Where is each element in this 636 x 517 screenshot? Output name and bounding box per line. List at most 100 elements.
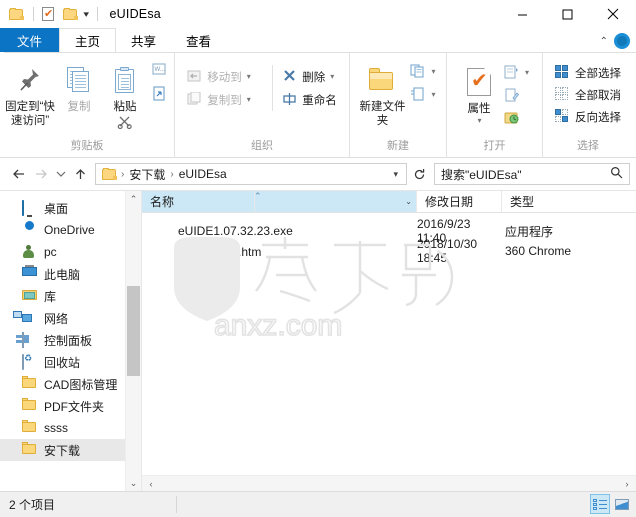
file-list-horizontal-scrollbar[interactable]: ‹ › <box>142 475 636 491</box>
table-row[interactable]: eUIDE1.07.32.23.exe 2016/9/23 11:40 应用程序 <box>142 217 636 245</box>
minimize-button[interactable] <box>500 0 545 28</box>
paste-shortcut-icon <box>151 85 167 102</box>
breadcrumb-item-0[interactable]: 安下载 <box>125 166 169 183</box>
item-count-label: 2 个项目 <box>9 498 56 512</box>
chevron-down-icon[interactable]: ▾ <box>389 169 402 180</box>
svg-text:anxz.com: anxz.com <box>214 309 342 341</box>
chrome-360-icon <box>156 243 172 259</box>
select-all-button[interactable]: 全部选择 <box>552 63 624 82</box>
sidebar-item-network[interactable]: 网络 <box>0 307 141 329</box>
sidebar-item-cad[interactable]: CAD图标管理 <box>0 373 141 395</box>
move-to-button[interactable]: 移动到 ▾ <box>184 67 270 86</box>
open-button[interactable]: ▾ <box>501 63 532 82</box>
file-name-cell[interactable]: eUIDE1.07.32.23.exe <box>142 223 417 239</box>
new-item-button[interactable]: ▾ <box>407 62 438 81</box>
copy-to-icon <box>187 91 203 108</box>
new-item-icon <box>410 63 426 80</box>
tab-file[interactable]: 文件 <box>0 28 60 52</box>
easy-access-button[interactable]: ▾ <box>407 85 438 104</box>
breadcrumb[interactable]: › 安下载 › eUIDEsa ▾ <box>95 163 407 185</box>
file-explorer-window: ▾ eUIDEsa 文件 主页 共享 查看 ⌃ <box>0 0 636 517</box>
rename-button[interactable]: 重命名 <box>279 90 340 109</box>
scissors-icon[interactable] <box>117 115 133 132</box>
select-none-button[interactable]: 全部取消 <box>552 85 624 104</box>
sidebar-item-anxiazai[interactable]: 安下载 <box>0 439 141 461</box>
chevron-down-icon[interactable]: ▾ <box>525 68 529 77</box>
easy-access-icon <box>410 86 426 103</box>
edit-button[interactable] <box>501 86 532 105</box>
refresh-button[interactable] <box>407 163 431 185</box>
folder-icon[interactable] <box>63 6 79 22</box>
delete-button[interactable]: 删除 ▾ <box>279 67 340 86</box>
chevron-down-icon[interactable]: ⌄ <box>126 475 141 491</box>
history-button[interactable] <box>501 109 532 128</box>
sidebar-item-this-pc[interactable]: 此电脑 <box>0 263 141 285</box>
sidebar-item-onedrive[interactable]: OneDrive <box>0 219 141 241</box>
sidebar-item-pc-user[interactable]: pc <box>0 241 141 263</box>
chevron-up-icon[interactable]: ⌃ <box>126 191 141 207</box>
scrollbar-track[interactable] <box>158 477 620 491</box>
help-circle-icon[interactable] <box>614 33 630 49</box>
up-button[interactable] <box>69 163 91 185</box>
sidebar-item-control-panel[interactable]: 控制面板 <box>0 329 141 351</box>
forward-button[interactable] <box>30 163 52 185</box>
chevron-down-icon[interactable]: ▾ <box>330 72 334 81</box>
large-icons-view-button[interactable] <box>612 494 632 514</box>
pin-to-quick-access-button[interactable]: 固定到“快速访问” <box>4 59 56 128</box>
chevron-down-icon[interactable]: ▾ <box>431 90 435 99</box>
folder-icon[interactable] <box>9 6 25 22</box>
column-header-name-filler[interactable]: ⌄ <box>255 191 417 212</box>
copy-to-label: 复制到 <box>207 94 242 107</box>
table-row[interactable]: 安下载帮助.htm 2018/10/30 18:45 360 Chrome <box>142 237 636 265</box>
chevron-down-icon[interactable]: ▾ <box>247 72 251 81</box>
column-header-type[interactable]: 类型 <box>502 191 636 212</box>
search-input[interactable]: 搜索"eUIDEsa" <box>434 163 630 185</box>
copy-path-button[interactable]: W... <box>148 61 170 80</box>
onedrive-cloud-icon <box>22 223 38 237</box>
sidebar-item-libraries[interactable]: 库 <box>0 285 141 307</box>
navigation-scrollbar[interactable]: ⌃ ⌄ <box>125 191 141 491</box>
search-icon[interactable] <box>610 166 623 182</box>
chevron-down-icon[interactable]: ▾ <box>83 9 89 19</box>
ribbon-group-label-organize: 组织 <box>251 140 273 152</box>
scrollbar-thumb[interactable] <box>127 286 140 376</box>
close-button[interactable] <box>590 0 636 28</box>
sidebar-item-label: 回收站 <box>44 355 81 370</box>
recent-locations-button[interactable] <box>52 163 69 185</box>
tab-view[interactable]: 查看 <box>171 28 226 52</box>
tab-home[interactable]: 主页 <box>59 28 117 52</box>
copy-to-button[interactable]: 复制到 ▾ <box>184 90 270 109</box>
tab-share[interactable]: 共享 <box>116 28 171 52</box>
file-name-cell[interactable]: 安下载帮助.htm <box>142 243 417 260</box>
chevron-down-icon[interactable]: ⌄ <box>405 197 412 206</box>
chevron-left-icon[interactable]: ‹ <box>144 479 158 489</box>
properties-button[interactable]: ✔ 属性 ▾ <box>457 61 501 125</box>
column-header-date[interactable]: 修改日期 <box>417 191 502 212</box>
paste-label: 粘贴 <box>113 101 137 113</box>
chevron-right-icon[interactable]: › <box>620 479 634 489</box>
invert-selection-button[interactable]: 反向选择 <box>552 107 624 126</box>
breadcrumb-item-1[interactable]: eUIDEsa <box>175 167 231 181</box>
new-folder-button[interactable]: 新建文件夹 <box>357 59 407 128</box>
invert-selection-icon <box>555 108 571 125</box>
chevron-down-icon[interactable]: ▾ <box>247 95 251 104</box>
properties-icon[interactable] <box>42 6 58 22</box>
copy-button[interactable]: 复制 <box>56 59 102 114</box>
maximize-button[interactable] <box>545 0 590 28</box>
paste-button[interactable]: 粘贴 <box>102 59 148 132</box>
sidebar-item-pdf[interactable]: PDF文件夹 <box>0 395 141 417</box>
navigation-list: 桌面 OneDrive pc 此电脑 库 网络 控制面板 ♻ 回收站 CAD图标… <box>0 191 141 461</box>
sidebar-item-recycle-bin[interactable]: 回收站 <box>0 351 141 373</box>
sidebar-item-ssss[interactable]: ssss <box>0 417 141 439</box>
chevron-down-icon[interactable]: ▾ <box>477 116 481 125</box>
chevron-up-icon[interactable]: ⌃ <box>600 36 608 47</box>
sidebar-item-desktop[interactable]: 桌面 <box>0 197 141 219</box>
sidebar-item-label: OneDrive <box>44 223 95 237</box>
recycle-bin-icon <box>22 354 38 370</box>
column-header-name[interactable]: 名称 <box>142 191 255 212</box>
back-button[interactable] <box>8 163 30 185</box>
ribbon-group-label-select: 选择 <box>577 140 599 152</box>
details-view-button[interactable] <box>590 494 610 514</box>
chevron-down-icon[interactable]: ▾ <box>431 67 435 76</box>
paste-shortcut-button[interactable] <box>148 84 170 103</box>
